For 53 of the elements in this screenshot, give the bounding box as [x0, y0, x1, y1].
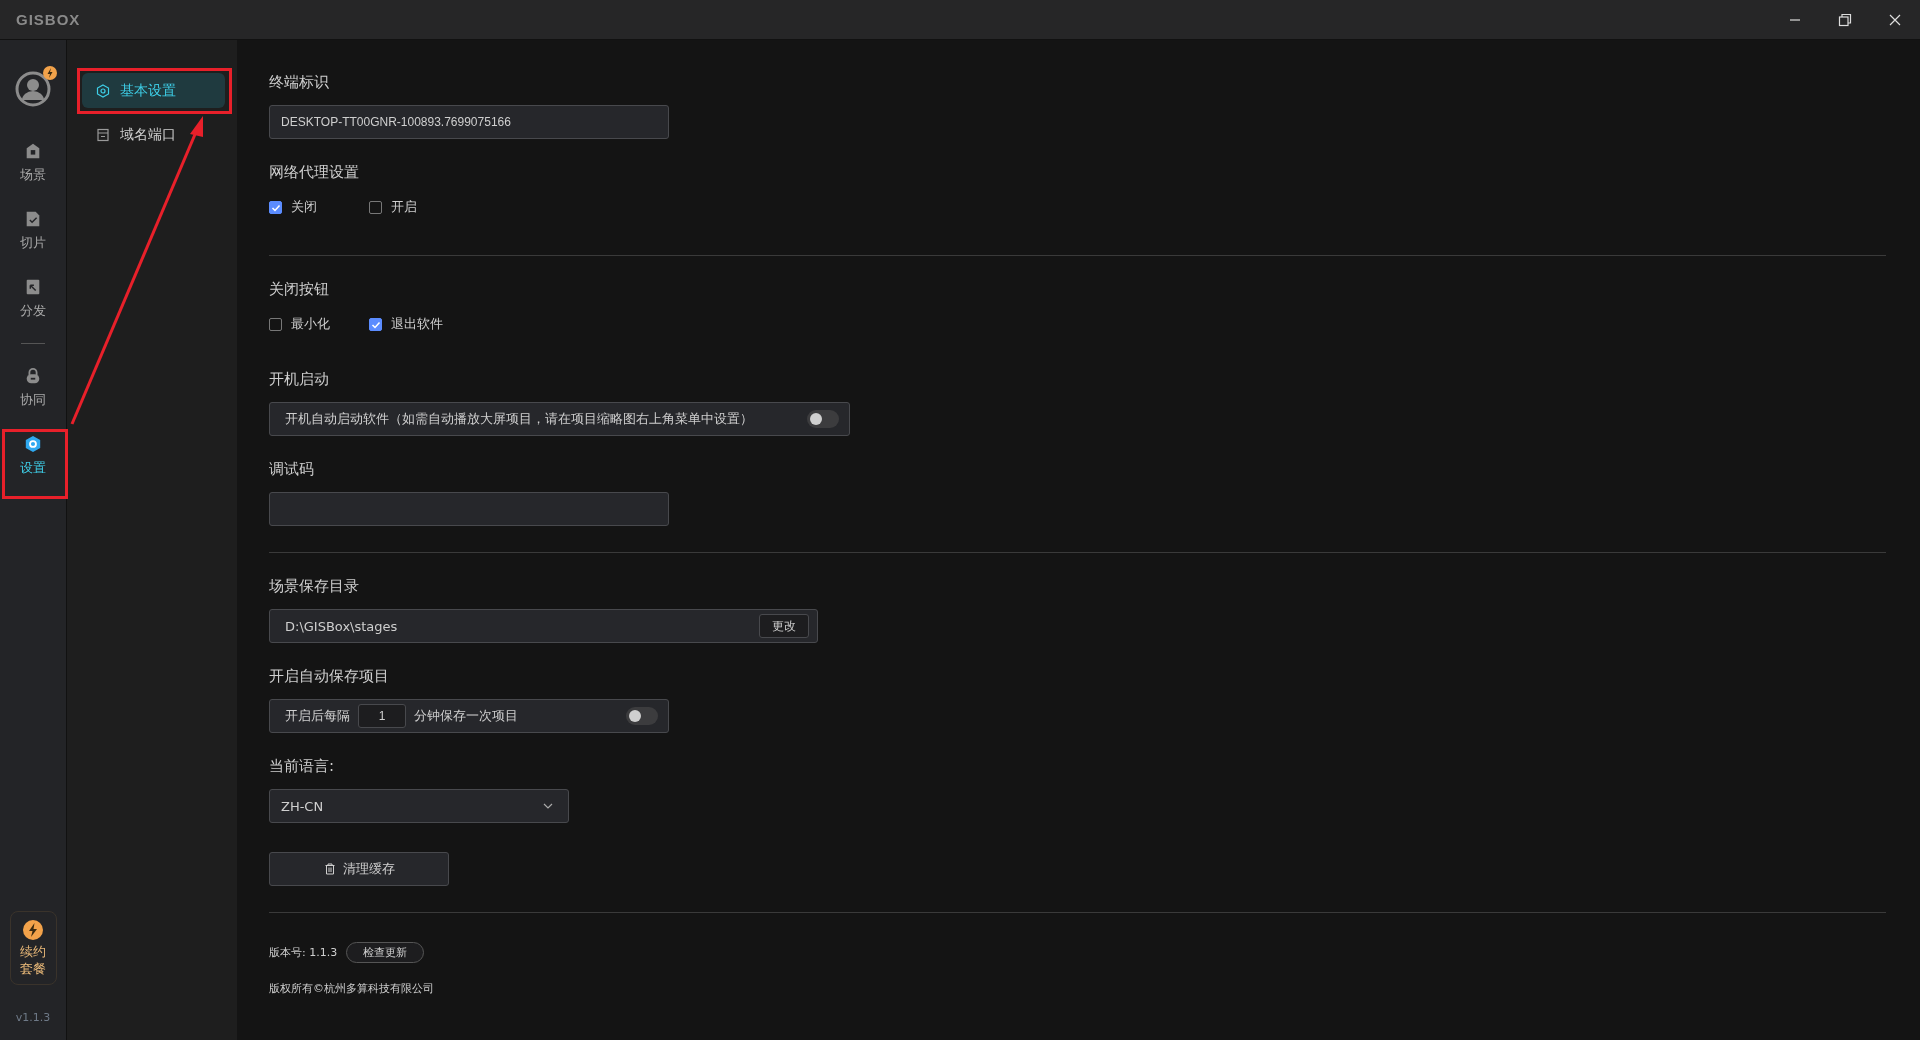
version-number: 版本号: 1.1.3: [269, 945, 338, 960]
nav-item[interactable]: 分发: [1, 265, 65, 333]
section-label: 场景保存目录: [269, 576, 359, 596]
restore-icon: [1838, 12, 1852, 27]
server-icon: [96, 127, 110, 142]
version-label: v1.1.3: [15, 1011, 51, 1024]
section-label: 开机启动: [269, 369, 329, 389]
avatar: [15, 71, 51, 107]
toggle-switch[interactable]: [807, 410, 839, 428]
copyright-text: 版权所有©杭州多算科技有限公司: [269, 981, 434, 996]
minimize-icon: [1790, 18, 1800, 21]
change-button[interactable]: 更改: [759, 614, 809, 638]
close-icon: [1888, 12, 1902, 27]
section-label: 当前语言:: [269, 756, 335, 776]
section-label: 调试码: [269, 459, 314, 479]
autosave-prefix: 开启后每隔: [285, 707, 350, 725]
lightning-icon: [23, 919, 43, 940]
interval-field[interactable]: 1: [358, 704, 406, 728]
document-check-icon: [24, 210, 42, 228]
checkbox-option[interactable]: 开启: [369, 197, 469, 217]
autostart-description: 开机自动启动软件（如需自动播放大屏项目，请在项目缩略图右上角菜单中设置）: [285, 410, 753, 428]
checkbox[interactable]: [269, 200, 282, 214]
renew-plan-button[interactable]: 续约套餐: [9, 911, 57, 985]
submenu-item[interactable]: 基本设置: [82, 73, 225, 108]
nav-item[interactable]: 协同: [1, 354, 65, 422]
checkbox[interactable]: [369, 317, 382, 331]
terminal-id-field[interactable]: DESKTOP-TT00GNR-100893.7699075166: [269, 105, 669, 139]
directory-path: D:\GISBox\stages: [285, 618, 398, 634]
debug-code-field[interactable]: [269, 492, 669, 526]
check-update-button[interactable]: 检查更新: [346, 942, 425, 963]
settings-icon: [96, 83, 110, 98]
nav-item[interactable]: 场景: [1, 129, 65, 197]
app-logo: GISBOX: [16, 11, 81, 28]
house-icon: [24, 142, 42, 160]
section-label: 终端标识: [269, 72, 329, 92]
checkbox-option[interactable]: 退出软件: [369, 314, 469, 334]
trash-icon: [323, 863, 336, 875]
section-label: 开启自动保存项目: [269, 666, 389, 686]
autosave-suffix: 分钟保存一次项目: [414, 707, 519, 725]
nav-item[interactable]: 设置: [1, 422, 65, 490]
lock-icon: [24, 367, 42, 385]
toggle-switch[interactable]: [626, 707, 658, 725]
settings-icon: [24, 435, 42, 453]
submenu-item[interactable]: 域名端口: [82, 117, 225, 152]
checkbox[interactable]: [269, 317, 282, 331]
section-label: 关闭按钮: [269, 279, 329, 299]
section-label: 网络代理设置: [269, 162, 359, 182]
nav-item[interactable]: 切片: [1, 197, 65, 265]
clear-cache-button[interactable]: 清理缓存: [269, 852, 449, 886]
language-select[interactable]: ZH-CN: [269, 789, 569, 823]
checkbox[interactable]: [369, 200, 382, 214]
checkbox-option[interactable]: 关闭: [269, 197, 369, 217]
checkbox-option[interactable]: 最小化: [269, 314, 369, 334]
